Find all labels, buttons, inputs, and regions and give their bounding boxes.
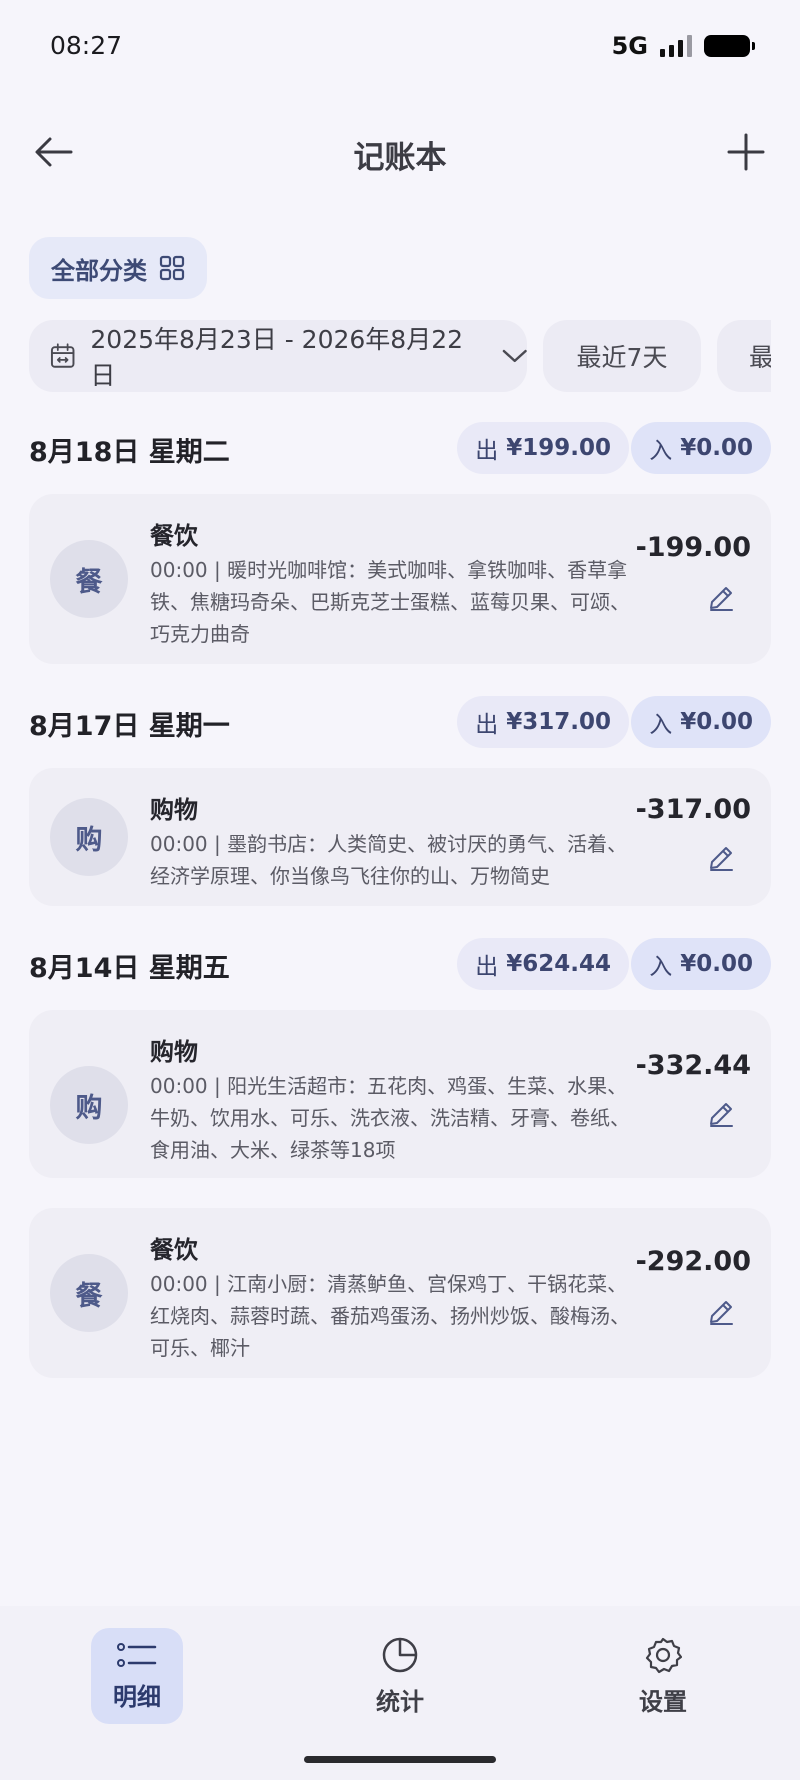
category-avatar: 餐 — [50, 1254, 128, 1332]
pencil-icon — [710, 1301, 733, 1325]
transaction-amount: -292.00 — [635, 1246, 751, 1277]
nav-tab-details[interactable]: 明细 — [91, 1628, 183, 1724]
transaction-category: 购物 — [150, 796, 198, 824]
home-indicator[interactable] — [304, 1756, 496, 1763]
ledger-page: 08:27 5G 记账本 全部分类 2025年8月23日 - 2026年8月22… — [0, 0, 800, 1780]
grid-icon — [159, 255, 185, 281]
category-filter-button[interactable]: 全部分类 — [29, 237, 207, 299]
nav-tab-settings[interactable]: 设置 — [617, 1628, 709, 1724]
day-date: 8月17日 星期一 — [29, 711, 230, 742]
day-income-total: 入 ¥0.00 — [631, 422, 771, 474]
day-expense-total: 出 ¥317.00 — [457, 696, 629, 748]
day-group-header: 8月14日 星期五 出 ¥624.44 入 ¥0.00 — [29, 938, 771, 992]
bottom-navigation: 明细 统计 设置 — [0, 1606, 800, 1780]
plus-icon — [727, 133, 765, 171]
date-range-picker[interactable]: 2025年8月23日 - 2026年8月22日 — [29, 320, 527, 392]
edit-button[interactable] — [703, 840, 739, 876]
transaction-card[interactable]: 购 购物 00:00 | 墨韵书店：人类简史、被讨厌的勇气、活着、经济学原理、你… — [29, 768, 771, 906]
transaction-amount: -317.00 — [635, 794, 751, 825]
date-filter-row: 2025年8月23日 - 2026年8月22日 最近7天 最 — [29, 320, 771, 394]
edit-button[interactable] — [703, 1096, 739, 1132]
category-avatar: 餐 — [50, 540, 128, 618]
calendar-icon — [50, 343, 75, 368]
nav-label: 设置 — [639, 1687, 687, 1716]
pencil-icon — [710, 847, 733, 871]
status-icons: 5G — [611, 32, 755, 60]
network-type: 5G — [611, 32, 648, 60]
day-group-header: 8月18日 星期二 出 ¥199.00 入 ¥0.00 — [29, 422, 771, 476]
nav-label: 明细 — [113, 1682, 161, 1711]
date-range-text: 2025年8月23日 - 2026年8月22日 — [90, 325, 464, 390]
transaction-description: 00:00 | 江南小厨：清蒸鲈鱼、宫保鸡丁、干锅花菜、红烧肉、蒜蓉时蔬、番茄鸡… — [150, 1272, 630, 1360]
signal-icon — [660, 35, 692, 57]
transaction-category: 餐饮 — [150, 1236, 198, 1264]
pie-chart-icon — [382, 1637, 418, 1672]
status-time: 08:27 — [50, 31, 123, 60]
pencil-icon — [710, 587, 733, 611]
day-expense-total: 出 ¥199.00 — [457, 422, 629, 474]
transaction-card[interactable]: 购 购物 00:00 | 阳光生活超市：五花肉、鸡蛋、生菜、水果、牛奶、饮用水、… — [29, 1010, 771, 1178]
transaction-amount: -199.00 — [635, 532, 751, 563]
day-group-header: 8月17日 星期一 出 ¥317.00 入 ¥0.00 — [29, 696, 771, 750]
battery-icon — [704, 35, 755, 57]
quick-range-next[interactable]: 最 — [717, 320, 771, 392]
chevron-down-icon — [502, 349, 527, 363]
quick-range-7days[interactable]: 最近7天 — [543, 320, 701, 392]
transaction-description: 00:00 | 暖时光咖啡馆：美式咖啡、拿铁咖啡、香草拿铁、焦糖玛奇朵、巴斯克芝… — [150, 558, 630, 646]
transaction-description: 00:00 | 墨韵书店：人类简史、被讨厌的勇气、活着、经济学原理、你当像鸟飞往… — [150, 832, 628, 888]
page-title: 记账本 — [353, 140, 447, 176]
nav-tab-stats[interactable]: 统计 — [354, 1628, 446, 1724]
list-icon — [117, 1642, 157, 1667]
edit-button[interactable] — [703, 1294, 739, 1330]
transaction-category: 餐饮 — [150, 522, 198, 550]
pencil-icon — [710, 1103, 733, 1127]
transaction-description: 00:00 | 阳光生活超市：五花肉、鸡蛋、生菜、水果、牛奶、饮用水、可乐、洗衣… — [150, 1074, 630, 1162]
day-income-total: 入 ¥0.00 — [631, 696, 771, 748]
category-avatar: 购 — [50, 1066, 128, 1144]
transaction-amount: -332.44 — [635, 1050, 751, 1081]
day-income-total: 入 ¥0.00 — [631, 938, 771, 990]
transaction-card[interactable]: 餐 餐饮 00:00 | 暖时光咖啡馆：美式咖啡、拿铁咖啡、香草拿铁、焦糖玛奇朵… — [29, 494, 771, 664]
category-avatar: 购 — [50, 798, 128, 876]
gear-icon — [645, 1637, 682, 1673]
day-expense-total: 出 ¥624.44 — [457, 938, 629, 990]
transaction-card[interactable]: 餐 餐饮 00:00 | 江南小厨：清蒸鲈鱼、宫保鸡丁、干锅花菜、红烧肉、蒜蓉时… — [29, 1208, 771, 1378]
edit-button[interactable] — [703, 580, 739, 616]
day-date: 8月18日 星期二 — [29, 437, 230, 468]
status-bar: 08:27 5G — [0, 0, 800, 92]
add-entry-button[interactable] — [716, 122, 776, 182]
category-filter-label: 全部分类 — [51, 256, 147, 285]
nav-label: 统计 — [376, 1687, 424, 1716]
day-date: 8月14日 星期五 — [29, 953, 230, 984]
transaction-category: 购物 — [150, 1038, 198, 1066]
